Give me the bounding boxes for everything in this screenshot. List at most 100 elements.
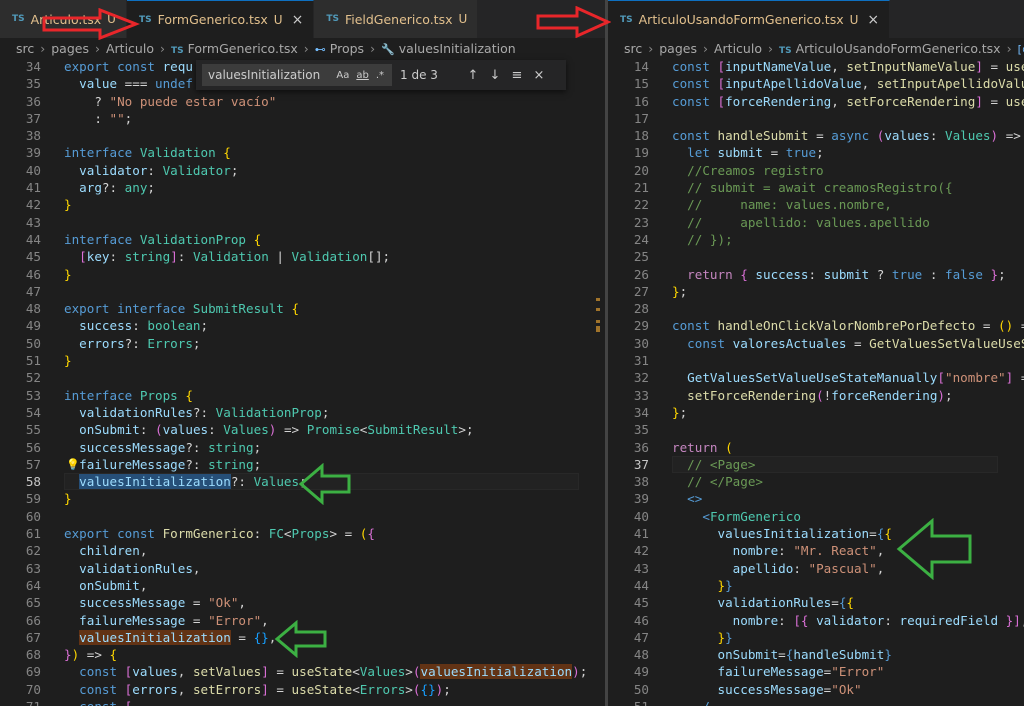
chevron-right-icon: › — [767, 40, 773, 56]
arrow-down-icon[interactable]: ↓ — [484, 68, 506, 83]
code-token: export — [64, 526, 118, 542]
editor-tab[interactable]: TS FormGenerico.tsx U × — [126, 0, 315, 38]
breadcrumb-item[interactable]: pages — [51, 41, 89, 56]
line-number: 71 — [0, 698, 44, 706]
code-token: "" — [109, 110, 125, 126]
code-token: Errors — [359, 681, 406, 697]
line-number: 51 — [25, 353, 41, 369]
match-case-toggle[interactable]: Aa — [336, 70, 349, 81]
gutter — [652, 300, 672, 317]
breadcrumb-label: src — [16, 40, 35, 56]
code-token: onSubmit — [717, 647, 779, 663]
code-token: setForceRendering — [687, 387, 817, 403]
code-text: apellido: "Pascual", — [672, 560, 885, 577]
close-icon[interactable]: × — [292, 12, 304, 28]
line-number: 49 — [633, 664, 649, 680]
right-breadcrumb: src › pages › Articulo › TS ArticuloUsandoFormG… — [608, 38, 1024, 58]
breadcrumb-item[interactable]: 🔧 valuesInitialization — [381, 41, 516, 56]
ts-file-icon: TS — [170, 45, 184, 56]
code-token: ; — [816, 145, 824, 161]
gutter — [44, 525, 64, 542]
code-line: 49 success: boolean; — [0, 317, 605, 334]
code-line: 28 — [608, 300, 1024, 317]
close-icon[interactable]: × — [528, 68, 550, 83]
code-token: { — [367, 526, 375, 542]
code-line: 39 interface Validation { — [0, 144, 605, 161]
editor-tab[interactable]: TS FieldGenerico.tsx U — [314, 0, 479, 38]
code-text: } — [64, 352, 72, 369]
code-token: valoresActuales — [732, 335, 854, 351]
breadcrumb-item[interactable]: TS FormGenerico.tsx — [171, 41, 298, 56]
line-number: 33 — [633, 387, 649, 403]
code-token: requiredField — [899, 612, 1006, 628]
code-token: values — [132, 664, 178, 680]
chevron-right-icon: › — [303, 40, 309, 56]
gutter — [652, 681, 672, 698]
code-token: { — [846, 595, 855, 611]
breadcrumb-item[interactable]: [⊙]ArticuloU — [1018, 41, 1024, 56]
code-line: 70 const [errors, setErrors] = useState<… — [0, 681, 605, 698]
code-token: } — [717, 577, 726, 593]
arrow-up-icon[interactable]: ↑ — [462, 68, 484, 83]
code-line: 44 interface ValidationProp { — [0, 231, 605, 248]
code-token: ) — [572, 664, 580, 680]
line-number: 25 — [633, 249, 649, 265]
code-text: // submit = await creamosRegistro({ — [672, 179, 952, 196]
code-token: valuesInitialization — [420, 664, 573, 680]
code-token: Values — [253, 474, 300, 490]
gutter — [652, 646, 672, 663]
code-token: = — [869, 526, 877, 542]
gutter — [652, 248, 672, 265]
line-number: 63 — [25, 560, 41, 576]
breadcrumb-item[interactable]: pages — [659, 41, 697, 56]
line-number: 29 — [633, 318, 649, 334]
code-token: any — [124, 180, 148, 196]
code-text: } — [64, 266, 72, 283]
code-line: 64 onSubmit, — [0, 577, 605, 594]
code-token: interface — [64, 231, 140, 247]
breadcrumb-item[interactable]: Articulo — [714, 41, 762, 56]
code-token: , — [238, 595, 247, 611]
gutter — [652, 525, 672, 542]
breadcrumb-item[interactable]: src — [624, 41, 642, 56]
regex-toggle[interactable]: .* — [376, 70, 384, 81]
code-line: 18 const handleSubmit = async (values: Va… — [608, 127, 1024, 144]
menu-icon[interactable]: ≡ — [506, 68, 528, 83]
code-token: [ — [717, 93, 726, 109]
lightbulb-icon[interactable]: 💡 — [66, 456, 80, 473]
gutter — [44, 248, 64, 265]
code-line: 53 interface Props { — [0, 387, 605, 404]
code-token: ; — [253, 456, 262, 472]
gutter — [44, 75, 64, 92]
code-token: ?: — [185, 439, 209, 455]
gutter — [44, 335, 64, 352]
code-text: // apellido: values.apellido — [672, 214, 930, 231]
code-token: const — [672, 76, 718, 92]
line-number: 61 — [25, 526, 41, 542]
find-input[interactable]: valuesInitialization Aa ab .* — [202, 64, 392, 86]
right-tab-bar: TS ArticuloUsandoFormGenerico.tsx U × — [608, 0, 1024, 38]
close-icon[interactable]: × — [867, 12, 879, 28]
left-scrollbar[interactable] — [591, 58, 605, 706]
right-code-area[interactable]: 14 const [inputNameValue, setInputNameVal… — [608, 58, 1024, 706]
editor-tab[interactable]: TS ArticuloUsandoFormGenerico.tsx U × — [608, 0, 891, 38]
breadcrumb-item[interactable]: ⊷ Props — [315, 41, 364, 56]
code-token: key — [86, 249, 110, 265]
line-number: 68 — [25, 647, 41, 663]
code-line: 37 // <Page> — [608, 455, 1024, 473]
code-token: ] — [975, 59, 983, 74]
breadcrumb-item[interactable]: Articulo — [106, 41, 154, 56]
breadcrumb-item[interactable]: TS ArticuloUsandoFormGenerico.tsx — [779, 41, 1001, 56]
gutter — [652, 335, 672, 352]
whole-word-toggle[interactable]: ab — [356, 70, 368, 81]
left-code-area[interactable]: 34 export const requ 35 value === undef 36 … — [0, 58, 605, 706]
breadcrumb-item[interactable]: src — [16, 41, 34, 56]
gutter — [652, 629, 672, 646]
